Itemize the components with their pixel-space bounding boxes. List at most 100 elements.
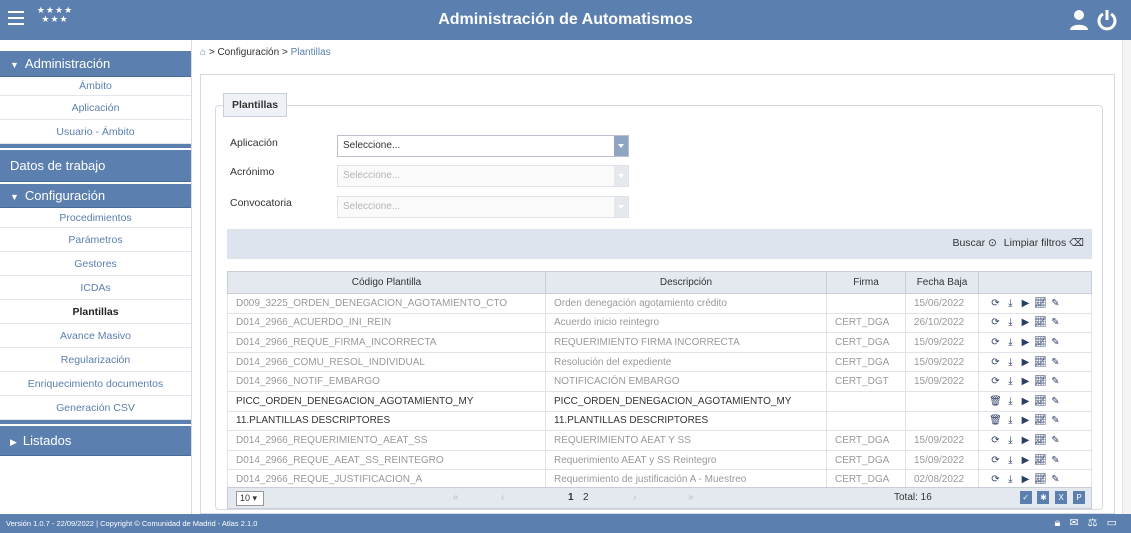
edit-icon[interactable]: ✎ bbox=[1049, 455, 1062, 466]
first-page-button[interactable]: « bbox=[453, 492, 459, 503]
edit-icon[interactable]: ✎ bbox=[1049, 376, 1062, 387]
next-page-button[interactable]: › bbox=[633, 492, 636, 503]
settings-icon[interactable]: ✱ bbox=[1037, 491, 1050, 504]
download-icon[interactable]: ⤓ bbox=[1004, 415, 1017, 426]
sidebar-item-gestores[interactable]: Gestores bbox=[0, 252, 191, 276]
mail-icon[interactable]: ✉ bbox=[1069, 517, 1078, 529]
sidebar-section-configuracion[interactable]: ▼ Configuración bbox=[0, 184, 191, 208]
sidebar-item-usuario-ambito[interactable]: Usuario - Ámbito bbox=[0, 120, 191, 144]
chart-icon[interactable]: 📈︎ bbox=[1034, 396, 1047, 407]
page-size-select[interactable]: 10 ▾ bbox=[236, 491, 264, 506]
edit-icon[interactable]: ✎ bbox=[1049, 357, 1062, 368]
edit-icon[interactable]: ✎ bbox=[1049, 298, 1062, 309]
table-row[interactable]: D009_3225_ORDEN_DENEGACION_AGOTAMIENTO_C… bbox=[227, 293, 1092, 314]
chart-icon[interactable]: 📈︎ bbox=[1034, 435, 1047, 446]
accessibility-icon[interactable]: ⚖ bbox=[1088, 517, 1098, 529]
page-1-button[interactable]: 1 bbox=[568, 492, 574, 503]
play-icon[interactable]: ▶ bbox=[1019, 317, 1032, 328]
sidebar-item-ambito[interactable]: Ámbito bbox=[0, 77, 191, 96]
buscar-button[interactable]: Buscar ⊙ bbox=[952, 237, 996, 249]
chart-icon[interactable]: 📈︎ bbox=[1034, 455, 1047, 466]
sidebar-item-aplicacion[interactable]: Aplicación bbox=[0, 96, 191, 120]
play-icon[interactable]: ▶ bbox=[1019, 396, 1032, 407]
page-2-button[interactable]: 2 bbox=[583, 492, 589, 503]
refresh-icon[interactable]: ⟳ bbox=[989, 455, 1002, 466]
chart-icon[interactable]: 📈︎ bbox=[1034, 376, 1047, 387]
download-icon[interactable]: ⤓ bbox=[1004, 474, 1017, 485]
download-icon[interactable]: ⤓ bbox=[1004, 455, 1017, 466]
edit-icon[interactable]: ✎ bbox=[1049, 317, 1062, 328]
download-icon[interactable]: ⤓ bbox=[1004, 435, 1017, 446]
export-pdf-icon[interactable]: P bbox=[1073, 491, 1085, 504]
last-page-button[interactable]: » bbox=[688, 492, 694, 503]
refresh-icon[interactable]: ⟳ bbox=[989, 474, 1002, 485]
download-icon[interactable]: ⤓ bbox=[1004, 376, 1017, 387]
col-codigo[interactable]: Código Plantilla bbox=[227, 271, 546, 294]
sidebar-item-procedimientos[interactable]: Procedimientos bbox=[0, 208, 191, 228]
chart-icon[interactable]: 📈︎ bbox=[1034, 357, 1047, 368]
sidebar-section-administracion[interactable]: ▼ Administración bbox=[0, 51, 191, 77]
refresh-icon[interactable]: ⟳ bbox=[989, 317, 1002, 328]
user-icon[interactable] bbox=[1069, 9, 1089, 31]
edit-icon[interactable]: ✎ bbox=[1049, 415, 1062, 426]
aplicacion-select[interactable]: Seleccione... bbox=[337, 135, 629, 157]
refresh-icon[interactable]: ⟳ bbox=[989, 298, 1002, 309]
col-fecha-baja[interactable]: Fecha Baja bbox=[905, 271, 979, 294]
sidebar-item-regularizacion[interactable]: Regularización bbox=[0, 348, 191, 372]
sidebar-item-icdas[interactable]: ICDAs bbox=[0, 276, 191, 300]
download-icon[interactable]: ⤓ bbox=[1004, 298, 1017, 309]
hamburger-menu-icon[interactable] bbox=[8, 11, 24, 25]
edit-icon[interactable]: ✎ bbox=[1049, 396, 1062, 407]
chat-icon[interactable]: ▭ bbox=[1107, 517, 1117, 529]
table-row[interactable]: D014_2966_REQUERIMIENTO_AEAT_SS REQUERIMI… bbox=[227, 430, 1092, 451]
download-icon[interactable]: ⤓ bbox=[1004, 337, 1017, 348]
chart-icon[interactable]: 📈︎ bbox=[1034, 317, 1047, 328]
chart-icon[interactable]: 📈︎ bbox=[1034, 415, 1047, 426]
edit-icon[interactable]: ✎ bbox=[1049, 474, 1062, 485]
breadcrumb-configuracion[interactable]: Configuración bbox=[217, 47, 279, 58]
download-icon[interactable]: ⤓ bbox=[1004, 317, 1017, 328]
sidebar-item-parametros[interactable]: Parámetros bbox=[0, 228, 191, 252]
power-icon[interactable] bbox=[1097, 9, 1117, 31]
table-row[interactable]: D014_2966_COMU_RESOL_INDIVIDUAL Resolució… bbox=[227, 351, 1092, 373]
table-row[interactable]: D014_2966_REQUE_FIRMA_INCORRECTA REQUERIM… bbox=[227, 332, 1092, 353]
sidebar-item-plantillas[interactable]: Plantillas bbox=[0, 300, 191, 324]
refresh-icon[interactable]: ⟳ bbox=[989, 435, 1002, 446]
table-row[interactable]: PICC_ORDEN_DENEGACION_AGOTAMIENTO_MY PICC… bbox=[227, 390, 1092, 412]
refresh-icon[interactable]: ⟳ bbox=[989, 337, 1002, 348]
refresh-icon[interactable]: ⟳ bbox=[989, 376, 1002, 387]
table-row[interactable]: D014_2966_NOTIF_EMBARGO NOTIFICACIÓN EMBA… bbox=[227, 371, 1092, 392]
play-icon[interactable]: ▶ bbox=[1019, 455, 1032, 466]
sidebar-item-enriquecimiento[interactable]: Enriquecimiento documentos bbox=[0, 372, 191, 396]
limpiar-filtros-button[interactable]: Limpiar filtros ⌫ bbox=[1004, 237, 1084, 249]
sidebar-section-listados[interactable]: ▶ Listados bbox=[0, 426, 191, 456]
prev-page-button[interactable]: ‹ bbox=[501, 492, 504, 503]
play-icon[interactable]: ▶ bbox=[1019, 474, 1032, 485]
download-icon[interactable]: ⤓ bbox=[1004, 396, 1017, 407]
chart-icon[interactable]: 📈︎ bbox=[1034, 474, 1047, 485]
play-icon[interactable]: ▶ bbox=[1019, 435, 1032, 446]
table-row[interactable]: D014_2966_ACUERDO_INI_REIN Acuerdo inicio… bbox=[227, 312, 1092, 334]
play-icon[interactable]: ▶ bbox=[1019, 415, 1032, 426]
export-excel-icon[interactable]: X bbox=[1055, 491, 1068, 504]
select-all-icon[interactable]: ✓ bbox=[1019, 491, 1032, 504]
acronimo-select[interactable]: Seleccione... bbox=[337, 165, 629, 187]
edit-icon[interactable]: ✎ bbox=[1049, 337, 1062, 348]
col-firma[interactable]: Firma bbox=[826, 271, 906, 294]
lock-icon[interactable]: 🔒︎ bbox=[1054, 517, 1060, 529]
download-icon[interactable]: ⤓ bbox=[1004, 357, 1017, 368]
table-row[interactable]: 11.PLANTILLAS DESCRIPTORES 11.PLANTILLAS … bbox=[227, 410, 1092, 432]
sidebar-item-avance-masivo[interactable]: Avance Masivo bbox=[0, 324, 191, 348]
delete-icon[interactable]: 🗑︎ bbox=[989, 415, 1002, 426]
sidebar-item-generacion-csv[interactable]: Generación CSV bbox=[0, 396, 191, 420]
refresh-icon[interactable]: ⟳ bbox=[989, 357, 1002, 368]
chart-icon[interactable]: 📈︎ bbox=[1034, 337, 1047, 348]
convocatoria-select[interactable]: Seleccione... bbox=[337, 196, 629, 218]
sidebar-section-datos-trabajo[interactable]: Datos de trabajo bbox=[0, 150, 191, 182]
edit-icon[interactable]: ✎ bbox=[1049, 435, 1062, 446]
home-icon[interactable]: ⌂ bbox=[200, 47, 206, 58]
delete-icon[interactable]: 🗑︎ bbox=[989, 396, 1002, 407]
col-descripcion[interactable]: Descripción bbox=[545, 271, 827, 294]
play-icon[interactable]: ▶ bbox=[1019, 357, 1032, 368]
play-icon[interactable]: ▶ bbox=[1019, 337, 1032, 348]
